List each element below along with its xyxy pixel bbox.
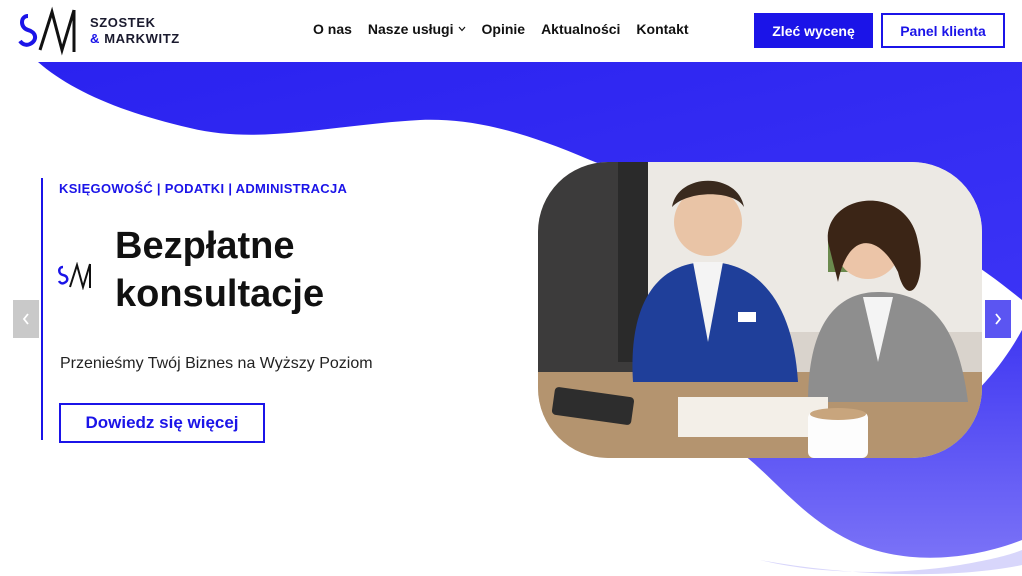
nav-item-reviews[interactable]: Opinie bbox=[482, 21, 526, 37]
brand-name: SZOSTEK & MARKWITZ bbox=[90, 15, 180, 47]
hero-headline: Bezpłatne konsultacje bbox=[115, 222, 415, 318]
chevron-left-icon bbox=[22, 313, 29, 325]
nav-label: Aktualności bbox=[541, 21, 621, 37]
site-header: SZOSTEK & MARKWITZ O nas Nasze usługi Op… bbox=[0, 0, 1022, 62]
chevron-right-icon bbox=[995, 313, 1002, 325]
chevron-down-icon bbox=[458, 26, 465, 32]
brand-amp: & bbox=[90, 31, 100, 46]
hero-subtitle: Przenieśmy Twój Biznes na Wyższy Poziom bbox=[60, 355, 373, 372]
nav-label: Nasze usługi bbox=[367, 21, 454, 37]
headline-line1: Bezpłatne bbox=[115, 225, 295, 267]
hero-photo bbox=[538, 162, 982, 458]
hero-tagline: KSIĘGOWOŚĆ | PODATKI | ADMINISTRACJA bbox=[59, 181, 348, 196]
learn-more-button[interactable]: Dowiedz się więcej bbox=[59, 403, 265, 443]
logo-mark-small-icon bbox=[57, 262, 91, 290]
slider-prev-button[interactable] bbox=[13, 300, 39, 338]
nav-item-services[interactable]: Nasze usługi bbox=[368, 21, 466, 37]
slider-next-button[interactable] bbox=[985, 300, 1011, 338]
nav-label: O nas bbox=[313, 21, 352, 37]
headline-line2: konsultacje bbox=[115, 273, 325, 315]
request-quote-button[interactable]: Zleć wycenę bbox=[754, 13, 873, 48]
nav-label: Opinie bbox=[481, 21, 526, 37]
client-panel-button[interactable]: Panel klienta bbox=[881, 13, 1005, 48]
nav-item-news[interactable]: Aktualności bbox=[541, 21, 620, 37]
accent-line bbox=[41, 178, 43, 440]
main-nav: O nas Nasze usługi Opinie Aktualności Ko… bbox=[313, 21, 689, 37]
brand-line2: MARKWITZ bbox=[104, 31, 180, 46]
nav-item-contact[interactable]: Kontakt bbox=[636, 21, 688, 37]
brand-line1: SZOSTEK bbox=[90, 15, 156, 30]
nav-label: Kontakt bbox=[636, 21, 689, 37]
logo-mark-icon bbox=[18, 6, 76, 56]
nav-item-about[interactable]: O nas bbox=[313, 21, 352, 37]
brand-logo[interactable]: SZOSTEK & MARKWITZ bbox=[18, 6, 180, 56]
